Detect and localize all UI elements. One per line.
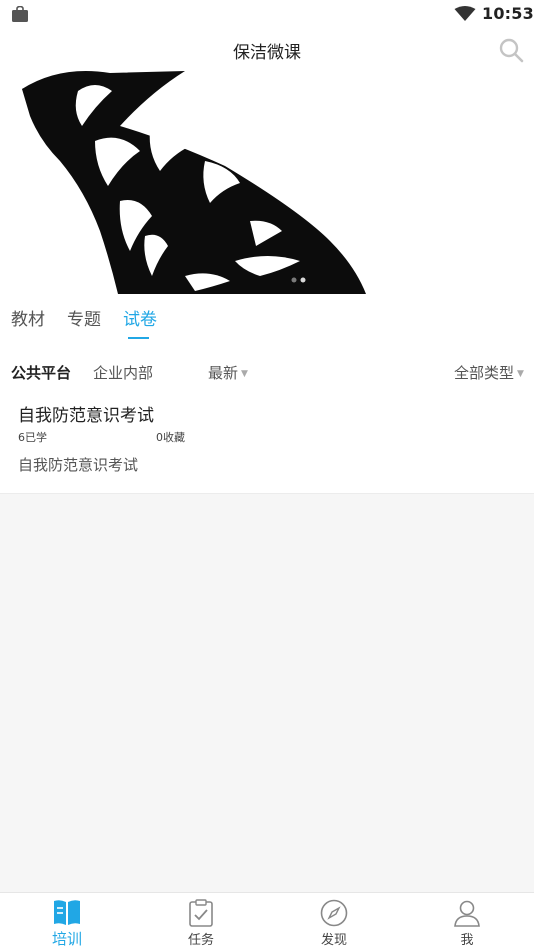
dog-illustration-image — [0, 71, 534, 294]
carousel-dot-active — [300, 277, 306, 283]
nav-discover[interactable]: 发现 — [267, 893, 401, 949]
nav-label: 我 — [460, 933, 474, 948]
bottom-navigation: 培训 任务 发现 我 — [0, 892, 534, 949]
learned-count: 6已学 — [18, 431, 47, 444]
nav-training[interactable]: 培训 — [0, 893, 134, 949]
wifi-icon — [454, 6, 476, 21]
sort-dropdown[interactable]: 最新 ▼ — [208, 362, 248, 383]
nav-label: 培训 — [51, 930, 82, 948]
banner-carousel[interactable] — [0, 71, 534, 294]
filter-bar: 公共平台 企业内部 最新 ▼ 全部类型 ▼ — [0, 344, 534, 396]
nav-me[interactable]: 我 — [400, 893, 534, 949]
status-time: 10:53 — [482, 4, 534, 23]
page-title: 保洁微课 — [233, 43, 301, 63]
status-bar: 10:53 — [0, 0, 534, 28]
favorite-count: 0收藏 — [156, 431, 185, 444]
search-icon[interactable] — [498, 37, 524, 63]
sort-label: 最新 — [208, 364, 239, 382]
app-screen: 10:53 保洁微课 教材 专题 试卷 公共平台 企业内部 最新 ▼ 全部类型 … — [0, 0, 534, 949]
exam-description: 自我防范意识考试 — [18, 456, 139, 474]
exam-list-item[interactable]: 自我防范意识考试 6已学 0收藏 自我防范意识考试 — [0, 396, 534, 494]
active-tab-indicator — [128, 337, 149, 339]
exam-title: 自我防范意识考试 — [18, 406, 154, 426]
type-label: 全部类型 — [454, 364, 515, 382]
title-bar: 保洁微课 — [0, 28, 534, 71]
tab-exam[interactable]: 试卷 — [123, 305, 157, 330]
book-icon — [54, 900, 80, 925]
nav-tasks[interactable]: 任务 — [134, 893, 268, 949]
nav-label: 任务 — [187, 933, 214, 948]
clipboard-icon — [189, 899, 213, 927]
caret-down-icon: ▼ — [241, 369, 248, 379]
compass-icon — [320, 899, 348, 927]
tab-textbook[interactable]: 教材 — [11, 305, 45, 330]
shopping-bag-icon — [12, 6, 28, 22]
carousel-dot — [291, 277, 297, 283]
user-icon — [454, 900, 480, 927]
caret-down-icon: ▼ — [517, 369, 524, 379]
carousel-indicator — [291, 277, 306, 283]
filter-public-platform[interactable]: 公共平台 — [11, 362, 71, 383]
nav-label: 发现 — [320, 933, 347, 948]
filter-enterprise-internal[interactable]: 企业内部 — [93, 362, 153, 383]
type-dropdown[interactable]: 全部类型 ▼ — [454, 362, 524, 383]
category-tabs: 教材 专题 试卷 — [0, 294, 534, 344]
tab-topic[interactable]: 专题 — [67, 305, 101, 330]
